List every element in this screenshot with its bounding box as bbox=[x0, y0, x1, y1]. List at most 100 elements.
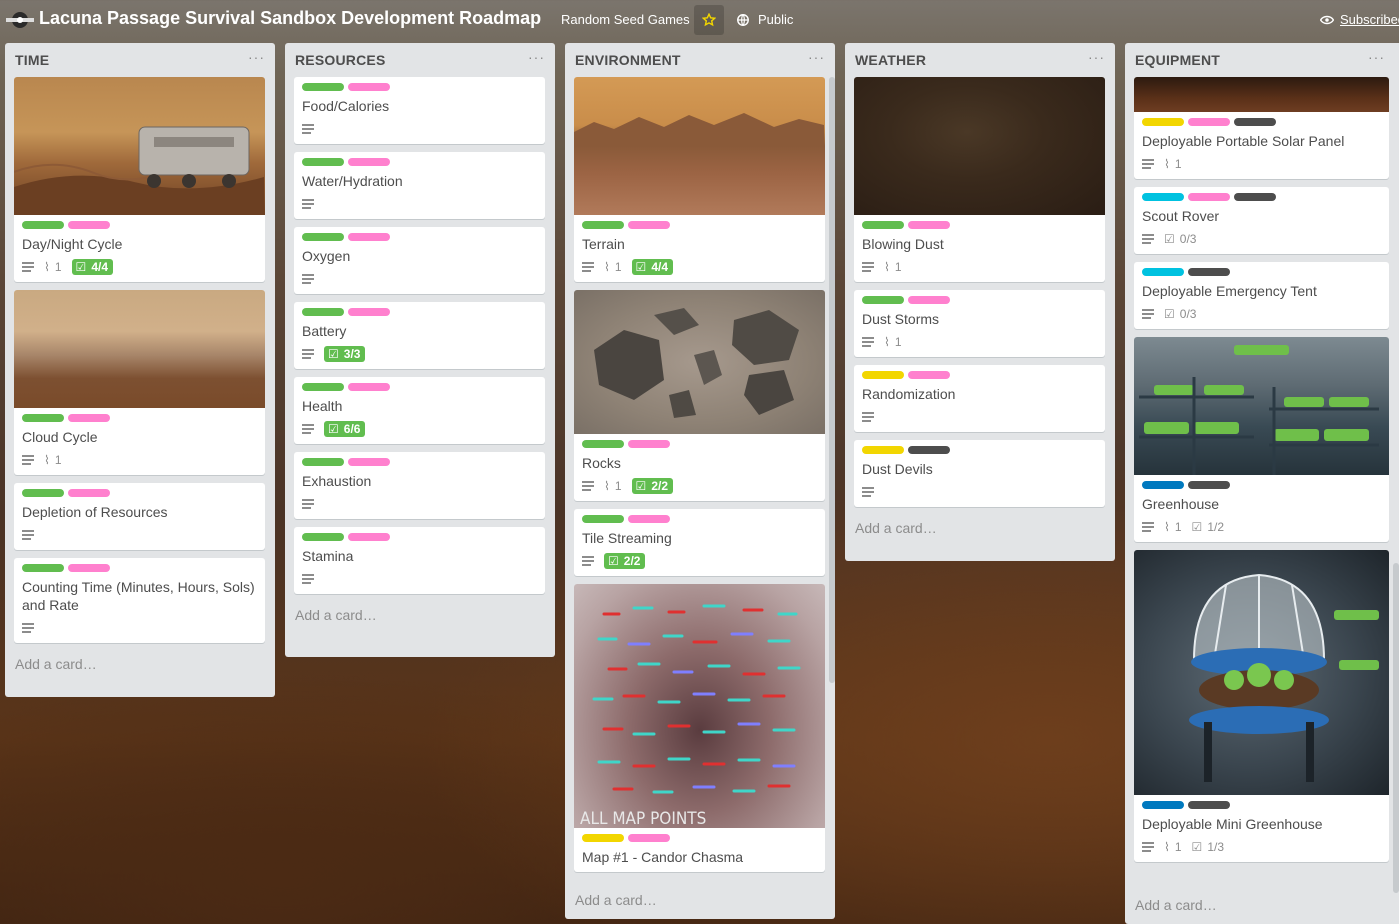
card-title: Dust Storms bbox=[862, 311, 940, 327]
add-card-button[interactable]: Add a card… bbox=[565, 887, 667, 919]
list-menu-icon[interactable]: ··· bbox=[1368, 50, 1385, 77]
card-day-night-cycle[interactable]: Day/Night Cycle ⌇ 1 ☑ 4/4 bbox=[14, 77, 265, 282]
globe-icon bbox=[737, 14, 749, 26]
checklist-badge: ☑ 6/6 bbox=[324, 421, 366, 437]
card-exhaustion[interactable]: Exhaustion bbox=[294, 452, 545, 519]
card-title: Day/Night Cycle bbox=[22, 236, 123, 252]
checklist-badge: ☑ 2/2 bbox=[631, 478, 673, 494]
paperclip-icon: ⌇ bbox=[884, 335, 890, 349]
paperclip-icon: ⌇ bbox=[884, 260, 890, 274]
description-icon bbox=[302, 124, 314, 134]
description-icon bbox=[302, 424, 314, 434]
card-mini-greenhouse[interactable]: Deployable Mini Greenhouse ⌇ 1 ☑ 1/3 bbox=[1134, 550, 1389, 862]
card-dust-devils[interactable]: Dust Devils bbox=[854, 440, 1105, 507]
add-card-button[interactable]: Add a card… bbox=[5, 651, 275, 683]
card-dust-storms[interactable]: Dust Storms ⌇ 1 bbox=[854, 290, 1105, 357]
visibility-button[interactable]: Public bbox=[736, 8, 793, 32]
card-portable-solar-panel[interactable]: Deployable Portable Solar Panel ⌇ 1 bbox=[1134, 77, 1389, 179]
add-card-button[interactable]: Add a card… bbox=[285, 602, 555, 634]
card-cover-image bbox=[1134, 337, 1389, 475]
description-icon bbox=[302, 199, 314, 209]
card-title: Dust Devils bbox=[862, 461, 933, 477]
card-emergency-tent[interactable]: Deployable Emergency Tent ☑ 0/3 bbox=[1134, 262, 1389, 329]
team-name-button[interactable]: Random Seed Games bbox=[552, 8, 699, 32]
card-rocks[interactable]: Rocks ⌇ 1 ☑ 2/2 bbox=[574, 290, 825, 501]
subscribed-button[interactable]: Subscribed bbox=[1320, 8, 1399, 32]
description-icon bbox=[862, 412, 874, 422]
eye-icon bbox=[1320, 15, 1334, 25]
card-tile-streaming[interactable]: Tile Streaming ☑ 2/2 bbox=[574, 509, 825, 576]
attachment-badge: ⌇ 1 bbox=[884, 260, 902, 274]
description-icon bbox=[582, 481, 594, 491]
list-scrollbar[interactable] bbox=[829, 77, 835, 683]
add-card-button[interactable]: Add a card… bbox=[845, 515, 1115, 547]
description-icon bbox=[582, 262, 594, 272]
card-greenhouse[interactable]: Greenhouse ⌇ 1 ☑ 1/2 bbox=[1134, 337, 1389, 542]
checklist-badge: ☑ 1/2 bbox=[1191, 520, 1224, 534]
list-title[interactable]: EQUIPMENT bbox=[1135, 52, 1220, 77]
card-blowing-dust[interactable]: Blowing Dust ⌇ 1 bbox=[854, 77, 1105, 282]
visibility-label: Public bbox=[758, 12, 794, 27]
list-menu-icon[interactable]: ··· bbox=[1088, 50, 1105, 77]
add-card-button[interactable]: Add a card… bbox=[1125, 892, 1227, 924]
description-icon bbox=[302, 574, 314, 584]
card-title: Tile Streaming bbox=[582, 530, 672, 546]
checkbox-icon: ☑ bbox=[635, 260, 647, 274]
list-title[interactable]: ENVIRONMENT bbox=[575, 52, 681, 77]
description-icon bbox=[1142, 234, 1154, 244]
checkbox-icon: ☑ bbox=[608, 554, 619, 568]
checklist-badge: ☑ 1/3 bbox=[1191, 840, 1224, 854]
card-oxygen[interactable]: Oxygen bbox=[294, 227, 545, 294]
description-icon bbox=[22, 455, 34, 465]
card-randomization[interactable]: Randomization bbox=[854, 365, 1105, 432]
description-icon bbox=[302, 349, 314, 359]
card-title: Terrain bbox=[582, 236, 625, 252]
card-stamina[interactable]: Stamina bbox=[294, 527, 545, 594]
card-cover-image bbox=[854, 77, 1105, 215]
list-menu-icon[interactable]: ··· bbox=[808, 50, 825, 77]
star-icon bbox=[702, 13, 716, 27]
list-title[interactable]: TIME bbox=[15, 52, 49, 77]
card-cloud-cycle[interactable]: Cloud Cycle ⌇ 1 bbox=[14, 290, 265, 475]
list-menu-icon[interactable]: ··· bbox=[248, 50, 265, 77]
star-board-button[interactable] bbox=[694, 5, 724, 35]
description-icon bbox=[862, 337, 874, 347]
card-terrain[interactable]: Terrain ⌇ 1 ☑ 4/4 bbox=[574, 77, 825, 282]
card-cover-image bbox=[1134, 550, 1389, 795]
list-scrollbar[interactable] bbox=[1393, 563, 1399, 893]
card-scout-rover[interactable]: Scout Rover ☑ 0/3 bbox=[1134, 187, 1389, 254]
card-title: Randomization bbox=[862, 386, 956, 402]
card-water-hydration[interactable]: Water/Hydration bbox=[294, 152, 545, 219]
card-title: Battery bbox=[302, 323, 347, 339]
description-icon bbox=[1142, 159, 1154, 169]
card-food-calories[interactable]: Food/Calories bbox=[294, 77, 545, 144]
list-menu-icon[interactable]: ··· bbox=[528, 50, 545, 77]
list-title[interactable]: WEATHER bbox=[855, 52, 926, 77]
card-title: Scout Rover bbox=[1142, 208, 1220, 224]
team-logo-icon[interactable] bbox=[4, 10, 36, 30]
card-title: Deployable Emergency Tent bbox=[1142, 283, 1317, 299]
card-depletion-of-resources[interactable]: Depletion of Resources bbox=[14, 483, 265, 550]
card-title: Counting Time (Minutes, Hours, Sols) and… bbox=[22, 579, 255, 613]
map-image-caption: ALL MAP POINTS bbox=[580, 809, 706, 828]
paperclip-icon: ⌇ bbox=[44, 260, 50, 274]
paperclip-icon: ⌇ bbox=[1164, 520, 1170, 534]
card-title: Exhaustion bbox=[302, 473, 372, 489]
description-icon bbox=[1142, 842, 1154, 852]
paperclip-icon: ⌇ bbox=[1164, 157, 1170, 171]
card-title: Cloud Cycle bbox=[22, 429, 98, 445]
paperclip-icon: ⌇ bbox=[604, 260, 610, 274]
card-battery[interactable]: Battery ☑ 3/3 bbox=[294, 302, 545, 369]
description-icon bbox=[582, 556, 594, 566]
checkbox-icon: ☑ bbox=[1191, 520, 1203, 534]
card-counting-time[interactable]: Counting Time (Minutes, Hours, Sols) and… bbox=[14, 558, 265, 643]
checkbox-icon: ☑ bbox=[1191, 840, 1203, 854]
list-title[interactable]: RESOURCES bbox=[295, 52, 385, 77]
description-icon bbox=[1142, 309, 1154, 319]
card-map-candor-chasma[interactable]: ALL MAP POINTS Map #1 - Candor Chasma bbox=[574, 584, 825, 872]
card-title: Health bbox=[302, 398, 343, 414]
description-icon bbox=[862, 262, 874, 272]
card-health[interactable]: Health ☑ 6/6 bbox=[294, 377, 545, 444]
list-equipment: EQUIPMENT ··· Deployable Portable Solar … bbox=[1125, 43, 1399, 924]
board-title[interactable]: Lacuna Passage Survival Sandbox Developm… bbox=[39, 8, 541, 29]
